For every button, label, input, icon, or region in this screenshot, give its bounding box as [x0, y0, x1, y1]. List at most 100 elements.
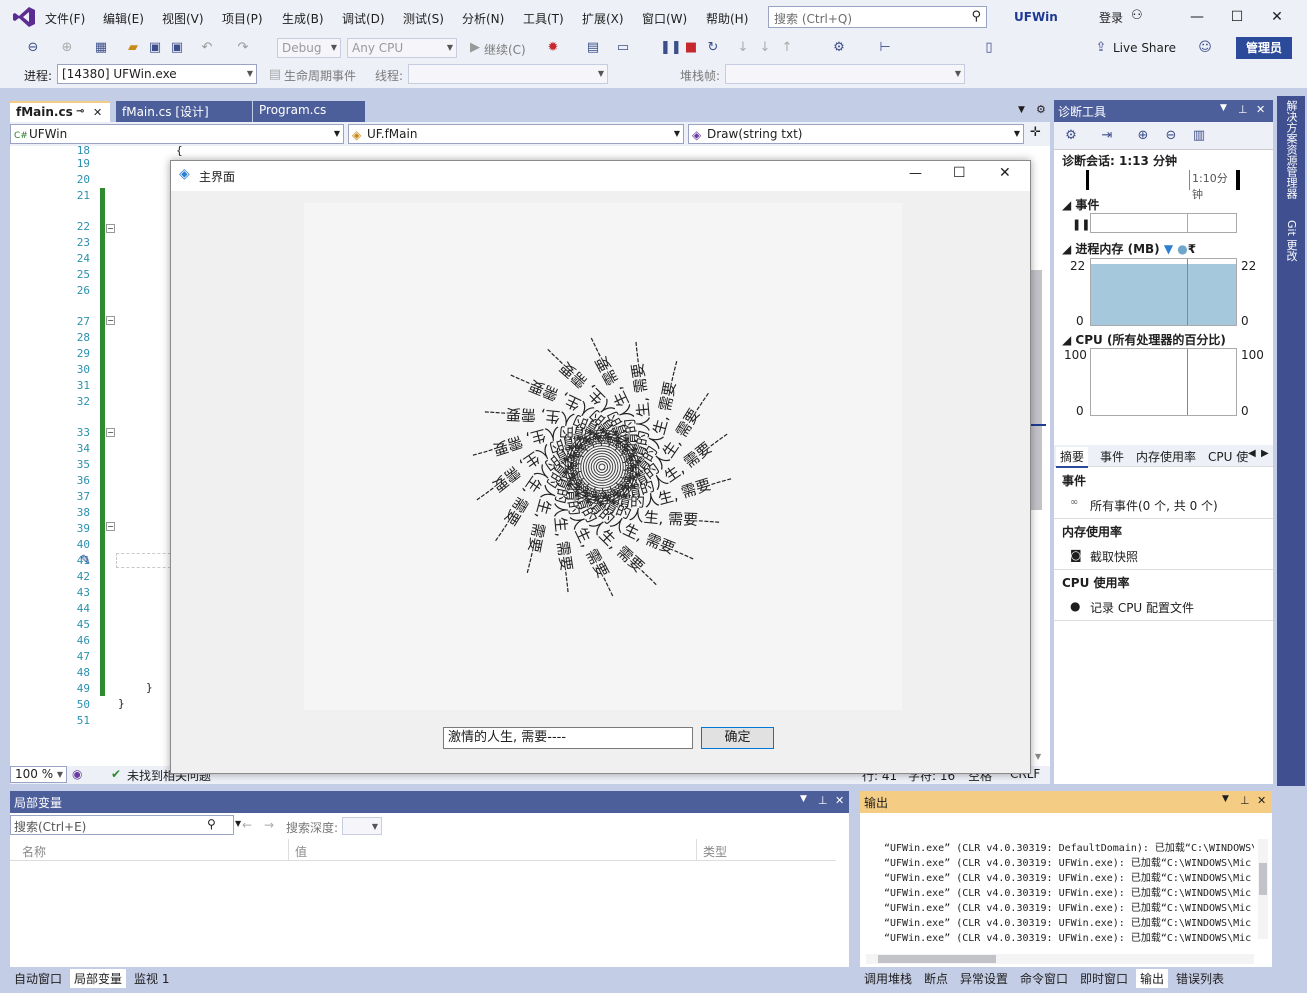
- lifecycle-events-button[interactable]: 生命周期事件: [284, 67, 356, 84]
- close-button[interactable]: ✕: [1263, 6, 1291, 28]
- tab-cpu[interactable]: CPU 使: [1208, 448, 1248, 465]
- collapse-toggle[interactable]: −: [106, 316, 115, 325]
- search-icon[interactable]: ⚲: [207, 817, 216, 831]
- close-icon[interactable]: ✕: [835, 794, 844, 807]
- account-icon[interactable]: ⚇: [1131, 8, 1143, 23]
- editor-scrollbar-thumb[interactable]: [1030, 270, 1042, 510]
- pin-icon[interactable]: ⊥: [1240, 794, 1250, 807]
- menu-item[interactable]: 项目(P): [222, 10, 263, 27]
- intellicode-icon[interactable]: ◉: [72, 767, 82, 781]
- continue-icon[interactable]: ▶: [466, 39, 484, 57]
- menu-item[interactable]: 窗口(W): [642, 10, 687, 27]
- pause-icon[interactable]: ❚❚: [660, 39, 682, 57]
- back-arrow-icon[interactable]: ←: [242, 818, 252, 832]
- maximize-button[interactable]: ☐: [1223, 6, 1251, 28]
- col-name[interactable]: 名称: [22, 843, 46, 860]
- tab-watch-1[interactable]: 监视 1: [130, 969, 173, 988]
- search-box[interactable]: 搜索 (Ctrl+Q) ⚲: [768, 6, 987, 28]
- collapse-toggle[interactable]: −: [106, 224, 115, 233]
- tab-prev-icon[interactable]: ◀: [1248, 448, 1256, 459]
- pause-icon[interactable]: ❚❚: [1072, 218, 1090, 231]
- chevron-down-icon[interactable]: ▼: [1222, 794, 1229, 804]
- login-link[interactable]: 登录: [1099, 9, 1123, 26]
- continue-button[interactable]: 继续(C): [484, 41, 526, 58]
- gear-icon[interactable]: ⚙: [1036, 103, 1046, 116]
- split-icon[interactable]: ✛: [1030, 125, 1041, 140]
- open-folder-icon[interactable]: ▰: [124, 39, 142, 57]
- collapse-toggle[interactable]: −: [106, 428, 115, 437]
- tab-events[interactable]: 事件: [1100, 448, 1124, 465]
- output-scroll-thumb[interactable]: [1259, 863, 1267, 895]
- settings-icon[interactable]: ⚙: [1062, 127, 1080, 145]
- all-events-link[interactable]: 所有事件(0 个, 共 0 个): [1090, 497, 1218, 514]
- process-select[interactable]: [14380] UFWin.exe ▼: [57, 64, 257, 84]
- close-icon[interactable]: ✕: [1256, 103, 1265, 116]
- locals-search-input[interactable]: 搜索(Ctrl+E) ⚲: [10, 815, 234, 835]
- bookmark-icon[interactable]: ▯: [980, 39, 998, 57]
- menu-item[interactable]: 文件(F): [45, 10, 85, 27]
- tab-command-window[interactable]: 命令窗口: [1016, 969, 1072, 988]
- back-icon[interactable]: ⊖: [24, 39, 42, 57]
- hot-reload-icon[interactable]: ✹: [544, 39, 562, 57]
- collapse-toggle[interactable]: −: [106, 522, 115, 531]
- menu-item[interactable]: 编辑(E): [103, 10, 144, 27]
- pin-icon[interactable]: ⊥: [1238, 103, 1248, 116]
- text-input[interactable]: 激情的人生, 需要----: [443, 727, 693, 749]
- step-out-icon[interactable]: ↑: [778, 39, 796, 57]
- live-share-icon[interactable]: ⇪: [1092, 39, 1110, 57]
- tab-next-icon[interactable]: ▶: [1261, 448, 1269, 459]
- menu-item[interactable]: 工具(T): [523, 10, 564, 27]
- output-scrollbar[interactable]: [1258, 839, 1268, 939]
- menu-item[interactable]: 调试(D): [342, 10, 385, 27]
- menu-item[interactable]: 分析(N): [462, 10, 504, 27]
- zoom-in-icon[interactable]: ⊕: [1134, 127, 1152, 145]
- new-project-icon[interactable]: ▦: [92, 39, 110, 57]
- menu-item[interactable]: 生成(B): [282, 10, 324, 27]
- live-share-button[interactable]: Live Share: [1113, 41, 1176, 55]
- output-hscrollbar[interactable]: [866, 954, 1254, 964]
- tab-program-cs[interactable]: Program.cs: [253, 101, 365, 122]
- undo-icon[interactable]: ↶: [198, 39, 216, 57]
- memory-section-header[interactable]: ◢ 进程内存 (MB) ▼ ●₹: [1062, 240, 1196, 257]
- col-value[interactable]: 值: [295, 843, 307, 860]
- save-all-icon[interactable]: ▣: [168, 39, 186, 57]
- feedback-icon[interactable]: ☺: [1196, 39, 1214, 57]
- tab-autos[interactable]: 自动窗口: [10, 969, 66, 988]
- scroll-down-icon[interactable]: ▼: [1035, 752, 1041, 761]
- tab-fmain-cs[interactable]: fMain.cs ⊸ ✕: [10, 101, 110, 122]
- stackframe-select[interactable]: ▼: [725, 64, 965, 84]
- stop-icon[interactable]: ■: [682, 39, 700, 57]
- filter-icon[interactable]: ▼: [1164, 242, 1173, 256]
- thread-icon[interactable]: ⊢: [876, 39, 894, 57]
- tab-output[interactable]: 输出: [1136, 969, 1169, 988]
- ok-button[interactable]: 确定: [701, 727, 774, 749]
- attach-icon[interactable]: ▤: [584, 39, 602, 57]
- thread-select[interactable]: ▼: [408, 64, 608, 84]
- project-nav[interactable]: C# UFWin ▼: [10, 124, 344, 144]
- timeline-ruler[interactable]: 1:10分钟: [1086, 170, 1240, 201]
- take-snapshot-link[interactable]: 截取快照: [1090, 548, 1138, 565]
- menu-item[interactable]: 帮助(H): [706, 10, 748, 27]
- close-icon[interactable]: ✕: [93, 106, 102, 119]
- search-depth-select[interactable]: ▼: [342, 817, 382, 835]
- zoom-out-icon[interactable]: ⊖: [1162, 127, 1180, 145]
- form-maximize-button[interactable]: ☐: [953, 165, 966, 181]
- tab-summary[interactable]: 摘要: [1056, 447, 1089, 468]
- menu-item[interactable]: 扩展(X): [582, 10, 624, 27]
- minimize-button[interactable]: —: [1183, 6, 1211, 28]
- tab-memory[interactable]: 内存使用率: [1136, 448, 1196, 465]
- tab-fmain-designer[interactable]: fMain.cs [设计]: [116, 101, 252, 122]
- tab-overflow-icon[interactable]: ▼: [1018, 105, 1025, 115]
- step-over-icon[interactable]: ↓: [756, 39, 774, 57]
- member-nav[interactable]: ◈ Draw(string txt) ▼: [688, 124, 1024, 144]
- restart-icon[interactable]: ↻: [704, 39, 722, 57]
- redo-icon[interactable]: ↷: [234, 39, 252, 57]
- chart-icon[interactable]: ▥: [1190, 127, 1208, 145]
- git-changes-tab[interactable]: Git 更改: [1283, 220, 1299, 261]
- tab-locals[interactable]: 局部变量: [70, 969, 127, 988]
- pin-icon[interactable]: ⊥: [818, 794, 828, 807]
- zoom-select[interactable]: 100 % ▼: [10, 766, 67, 783]
- forward-arrow-icon[interactable]: →: [264, 818, 274, 832]
- col-type[interactable]: 类型: [703, 843, 727, 860]
- cpu-section-header[interactable]: ◢ CPU (所有处理器的百分比): [1062, 331, 1226, 348]
